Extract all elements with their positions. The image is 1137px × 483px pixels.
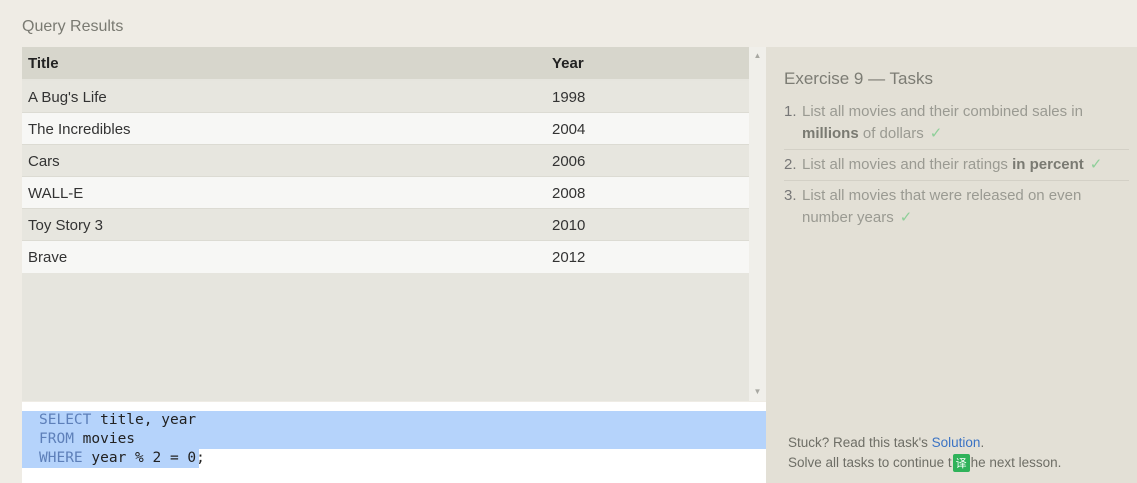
results-heading: Query Results [22,18,124,35]
task-text: List all movies and their ratings [802,156,1013,173]
table-header-row: Title Year [22,47,749,79]
cell-year: 1998 [552,89,586,106]
table-row: Toy Story 3 2010 [22,208,749,241]
stuck-suffix: . [980,435,985,450]
sql-keyword: WHERE [39,450,83,466]
cell-title: Toy Story 3 [28,217,104,234]
task-number: 1. [784,103,797,120]
cell-year: 2010 [552,217,586,234]
task-text: List all movies and their combined sales… [802,103,1083,120]
check-icon: ✓ [929,125,943,142]
cell-year: 2004 [552,121,586,138]
translate-badge-icon[interactable]: 译 [952,454,970,472]
results-panel: Title Year A Bug's Life 1998 The Incredi… [22,47,766,401]
task-divider [784,149,1129,150]
check-icon: ✓ [899,209,913,226]
scroll-up-icon[interactable]: ▲ [749,49,766,63]
task-number: 2. [784,156,797,173]
tasks-title: Exercise 9 — Tasks [784,69,933,88]
column-header-year[interactable]: Year [552,55,584,72]
check-icon: ✓ [1089,156,1103,173]
table-row: Cars 2006 [22,144,749,177]
cell-year: 2012 [552,249,586,266]
cell-title: Brave [28,249,68,266]
continue-help: Solve all tasks to continue t 译 he next le… [788,454,1061,472]
sql-code: title, year [91,412,197,428]
code-line[interactable]: WHERE year % 2 = 0; [22,449,766,468]
table-row: Brave 2012 [22,240,749,273]
sql-keyword: SELECT [39,412,92,428]
task-divider [784,180,1129,181]
cell-title: A Bug's Life [28,89,107,106]
table-row: The Incredibles 2004 [22,112,749,145]
stuck-help: Stuck? Read this task's Solution. [788,435,984,450]
solution-link[interactable]: Solution [932,435,981,450]
code-line[interactable]: FROM movies [22,430,766,449]
cell-year: 2006 [552,153,586,170]
task-text: List all movies that were released on ev… [802,187,1082,226]
column-header-title[interactable]: Title [28,55,59,72]
sql-editor[interactable]: SELECT title, year FROM movies WHERE yea… [22,402,766,483]
results-table: Title Year A Bug's Life 1998 The Incredi… [22,47,749,401]
continue-text: Solve all tasks to continue t [788,455,952,470]
sql-code: movies [73,431,136,447]
code-line[interactable]: SELECT title, year [22,411,766,430]
task-number: 3. [784,187,797,204]
tasks-panel: Exercise 9 — Tasks 1. List all movies an… [766,47,1137,483]
task-text: of dollars [858,125,924,142]
cell-title: Cars [28,153,60,170]
cell-title: WALL-E [28,185,84,202]
continue-text: he next lesson. [970,455,1062,470]
cell-title: The Incredibles [28,121,131,138]
results-scrollbar[interactable]: ▲ ▼ [749,47,766,401]
stuck-text: Stuck? Read this task's [788,435,932,450]
cell-year: 2008 [552,185,586,202]
task-emphasis: in percent [1012,156,1084,173]
scroll-down-icon[interactable]: ▼ [749,385,766,399]
table-row: A Bug's Life 1998 [22,81,749,113]
task-emphasis: millions [802,125,859,142]
sql-keyword: FROM [39,431,74,447]
table-row: WALL-E 2008 [22,176,749,209]
sql-code: year % 2 = 0; [82,450,205,466]
